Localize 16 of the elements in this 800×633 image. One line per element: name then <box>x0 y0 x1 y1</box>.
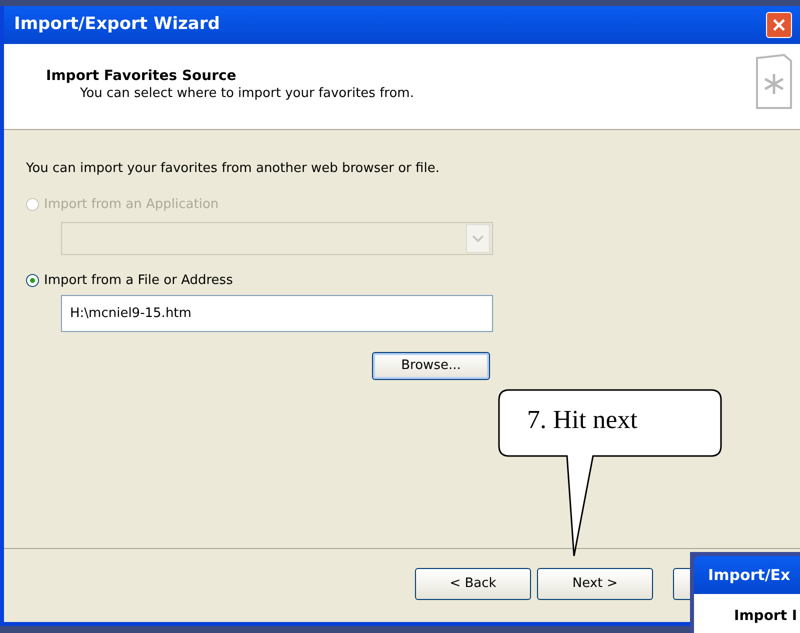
page-title: Import Favorites Source <box>46 68 238 85</box>
page-subtitle: You can select where to import your favorites from. <box>79 85 414 103</box>
back-button[interactable]: < Back <box>415 568 531 600</box>
window-title: Import/Ex <box>708 564 790 586</box>
next-button[interactable]: Next > <box>537 568 653 600</box>
page-title: Import I <box>734 608 798 624</box>
close-icon <box>772 18 786 32</box>
option-label[interactable]: Import from a File or Address <box>44 270 233 290</box>
file-path-field[interactable]: H:\mcniel9-15.htm <box>61 295 493 332</box>
callout-text: 7. Hit next <box>527 404 638 436</box>
intro-text: You can import your favorites from another web browser or file. <box>26 161 440 177</box>
radio-button[interactable] <box>26 274 39 287</box>
close-button[interactable] <box>766 12 792 38</box>
browse-button[interactable]: Browse... <box>372 352 490 380</box>
window-title: Import/Export Wizard <box>14 13 220 36</box>
document-star-icon <box>754 54 794 110</box>
